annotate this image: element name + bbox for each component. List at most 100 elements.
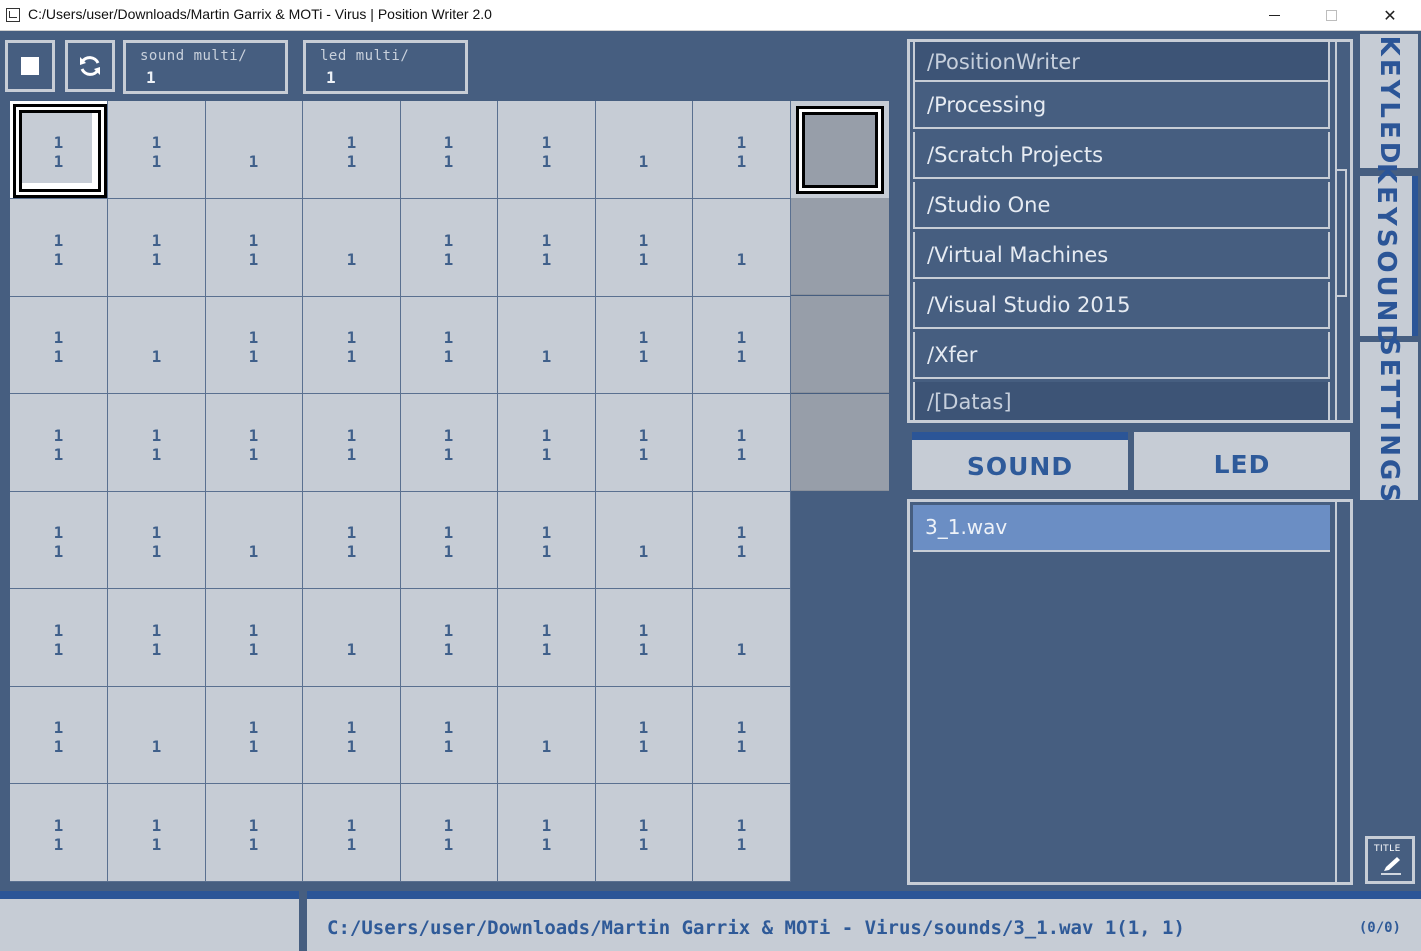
- sound-multi-field[interactable]: sound multi/ 1: [123, 40, 288, 94]
- folder-item[interactable]: /[Datas]: [913, 382, 1330, 420]
- grid-cell[interactable]: 11: [595, 784, 693, 882]
- grid-cell[interactable]: 1: [595, 491, 693, 589]
- grid-cell[interactable]: 11: [205, 296, 303, 394]
- grid-cell[interactable]: 11: [303, 686, 401, 784]
- grid-cell[interactable]: 11: [400, 199, 498, 297]
- grid-cell[interactable]: 1: [693, 199, 791, 297]
- grid-cell[interactable]: 11: [205, 686, 303, 784]
- grid-cell[interactable]: 11: [108, 589, 206, 687]
- grid-cell[interactable]: 11: [108, 394, 206, 492]
- grid-cell[interactable]: 11: [693, 394, 791, 492]
- grid-cell[interactable]: 11: [498, 394, 596, 492]
- side-selected-pad[interactable]: [791, 101, 889, 198]
- folder-item[interactable]: /Scratch Projects: [913, 132, 1330, 179]
- folder-item[interactable]: /Visual Studio 2015: [913, 282, 1330, 329]
- side-pad[interactable]: [791, 394, 889, 491]
- cell-value-bottom: 1: [736, 737, 747, 756]
- grid-cell[interactable]: 11: [303, 784, 401, 882]
- grid-cell[interactable]: 11: [108, 491, 206, 589]
- cell-value-bottom: 1: [53, 835, 64, 854]
- grid-cell[interactable]: 11: [303, 491, 401, 589]
- grid-cell[interactable]: 11: [205, 394, 303, 492]
- cell-value-bottom: 1: [638, 737, 649, 756]
- grid-cell[interactable]: 1: [693, 589, 791, 687]
- grid-cell[interactable]: 11: [595, 686, 693, 784]
- grid-cell[interactable]: 11: [498, 101, 596, 199]
- grid-cell[interactable]: 11: [205, 199, 303, 297]
- grid-cell[interactable]: 11: [400, 589, 498, 687]
- grid-cell[interactable]: 11: [693, 491, 791, 589]
- grid-cell[interactable]: 11: [205, 784, 303, 882]
- cell-value-top: 1: [248, 231, 259, 250]
- cell-value-top: 1: [736, 426, 747, 445]
- grid-cell[interactable]: 1: [303, 589, 401, 687]
- grid-cell[interactable]: 11: [693, 686, 791, 784]
- folder-item[interactable]: /Xfer: [913, 332, 1330, 379]
- grid-cell[interactable]: 1: [205, 101, 303, 199]
- grid-cell[interactable]: 11: [400, 491, 498, 589]
- folder-item[interactable]: /Studio One: [913, 182, 1330, 229]
- folder-item[interactable]: /Processing: [913, 82, 1330, 129]
- grid-cell[interactable]: 11: [400, 686, 498, 784]
- grid-cell[interactable]: 11: [10, 491, 108, 589]
- grid-cell[interactable]: 11: [400, 784, 498, 882]
- grid-cell[interactable]: 11: [303, 101, 401, 199]
- side-pad[interactable]: [791, 198, 889, 295]
- grid-cell[interactable]: 1: [595, 101, 693, 199]
- grid-cell[interactable]: 1: [498, 686, 596, 784]
- folder-item[interactable]: /Virtual Machines: [913, 232, 1330, 279]
- folder-scroll-thumb[interactable]: [1337, 169, 1347, 297]
- grid-cell[interactable]: 11: [595, 296, 693, 394]
- side-pad[interactable]: [791, 296, 889, 393]
- maximize-button[interactable]: [1308, 0, 1354, 31]
- stop-button[interactable]: [5, 40, 55, 92]
- grid-cell[interactable]: 1: [498, 296, 596, 394]
- grid-cell[interactable]: 11: [498, 199, 596, 297]
- refresh-button[interactable]: [65, 40, 115, 92]
- grid-cell[interactable]: 1: [205, 491, 303, 589]
- grid-cell[interactable]: 11: [498, 784, 596, 882]
- tab-keyled[interactable]: KEYLED: [1360, 34, 1418, 168]
- grid-cell[interactable]: 11: [595, 199, 693, 297]
- grid-cell[interactable]: 11: [10, 589, 108, 687]
- grid-cell[interactable]: 11: [693, 784, 791, 882]
- grid-cell[interactable]: 11: [303, 296, 401, 394]
- grid-cell[interactable]: 11: [693, 296, 791, 394]
- grid-cell[interactable]: 11: [108, 101, 206, 199]
- grid-cell[interactable]: 11: [10, 394, 108, 492]
- cell-value-top: 1: [53, 621, 64, 640]
- minimize-button[interactable]: [1251, 0, 1297, 31]
- grid-cell[interactable]: 11: [10, 686, 108, 784]
- grid-cell[interactable]: 11: [10, 199, 108, 297]
- grid-cell[interactable]: 11: [205, 589, 303, 687]
- folder-scrollbar[interactable]: [1335, 42, 1347, 420]
- tab-led[interactable]: LED: [1134, 432, 1350, 490]
- file-item[interactable]: 3_1.wav: [913, 505, 1330, 552]
- grid-cell[interactable]: 11: [400, 296, 498, 394]
- cell-value-top: 1: [736, 718, 747, 737]
- grid-cell[interactable]: 1: [108, 296, 206, 394]
- grid-cell[interactable]: 1: [108, 686, 206, 784]
- tab-sound[interactable]: SOUND: [912, 432, 1128, 490]
- grid-cell[interactable]: 11: [10, 784, 108, 882]
- tab-settings[interactable]: SETTINGS: [1360, 337, 1418, 505]
- grid-cell[interactable]: 11: [498, 491, 596, 589]
- edit-title-button[interactable]: TITLE: [1365, 836, 1415, 884]
- tab-keysound[interactable]: KEYSOUND: [1360, 163, 1418, 349]
- grid-cell[interactable]: 11: [108, 784, 206, 882]
- grid-cell[interactable]: 11: [498, 589, 596, 687]
- folder-item[interactable]: /PositionWriter: [913, 42, 1330, 82]
- led-multi-field[interactable]: led multi/ 1: [303, 40, 468, 94]
- grid-cell[interactable]: 1: [303, 199, 401, 297]
- grid-cell[interactable]: 11: [400, 394, 498, 492]
- grid-cell[interactable]: 11: [595, 589, 693, 687]
- grid-cell[interactable]: 11: [400, 101, 498, 199]
- close-button[interactable]: ✕: [1367, 0, 1413, 31]
- file-scrollbar[interactable]: [1335, 502, 1347, 882]
- grid-cell[interactable]: 11: [693, 101, 791, 199]
- grid-cell[interactable]: 11: [10, 296, 108, 394]
- grid-cell[interactable]: 11: [303, 394, 401, 492]
- grid-cell[interactable]: 11: [595, 394, 693, 492]
- grid-cell[interactable]: 11: [108, 199, 206, 297]
- grid-cell[interactable]: 11: [10, 101, 108, 199]
